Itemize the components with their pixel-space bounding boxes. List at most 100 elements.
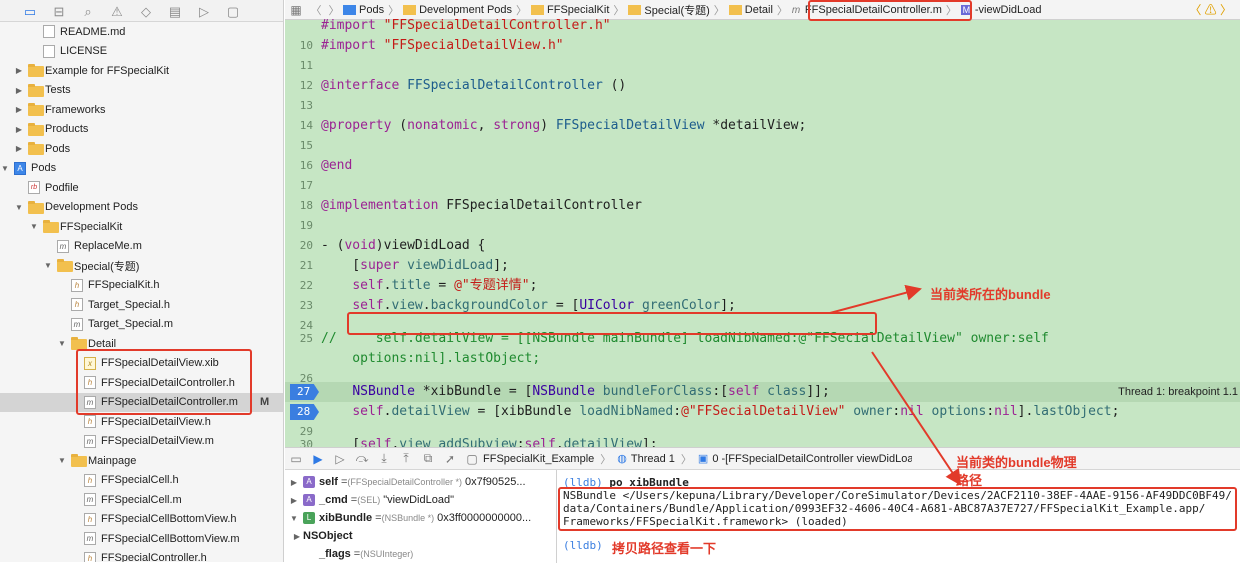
code-text: - (void)viewDidLoad { (321, 238, 486, 253)
tree-row[interactable]: m Target_Special.m (0, 315, 283, 335)
jumpbar-item-label: Pods (359, 3, 385, 16)
line-number: 20 (299, 239, 313, 252)
tree-row[interactable]: README.md (0, 22, 283, 42)
code-line[interactable]: 13 (285, 96, 1240, 116)
code-area[interactable]: #import "FFSpecialDetailController.h" 10 #… (285, 18, 1240, 447)
breakpoint-marker[interactable]: 28 (290, 404, 319, 420)
tree-row[interactable]: ▼ Development Pods (0, 198, 283, 218)
h-file-icon: h (71, 298, 83, 311)
tree-row[interactable]: h FFSpecialCell.h (0, 471, 283, 491)
disclosure-closed-icon[interactable]: ▶ (14, 105, 24, 114)
modified-badge: M (260, 396, 270, 409)
tree-row[interactable]: ▶ Frameworks (0, 100, 283, 120)
source-control-icon[interactable]: ⊟ (51, 3, 67, 19)
folder-icon[interactable]: ▭ (22, 3, 38, 19)
tree-row[interactable]: ▶ Pods (0, 139, 283, 159)
code-line[interactable]: 10 #import "FFSpecialDetailView.h" (285, 36, 1240, 56)
warning-icon[interactable]: ⚠ (109, 3, 125, 19)
disclosure-icon[interactable]: ▶ (285, 478, 303, 487)
variables-view[interactable]: ▶ Aself = (FFSpecialDetailController *) 0x7… (285, 470, 557, 563)
breakpoints-toggle-icon[interactable]: ▶ (307, 452, 329, 466)
tree-row[interactable]: rb Podfile (0, 178, 283, 198)
variable-row[interactable]: ▶ NSObject (285, 527, 556, 545)
code-line[interactable]: 20 - (void)viewDidLoad { (285, 236, 1240, 256)
disclosure-open-icon[interactable]: ▼ (14, 203, 24, 212)
view-hierarchy-icon[interactable]: ⧉ (417, 451, 439, 466)
code-line[interactable]: 11 (285, 56, 1240, 76)
code-text: @interface FFSpecialDetailController () (321, 78, 627, 93)
tree-row[interactable]: m FFSpecialCell.m (0, 490, 283, 510)
tree-row[interactable]: m FFSpecialDetailView.m (0, 432, 283, 452)
code-line[interactable]: 16 @end (285, 156, 1240, 176)
frame-label[interactable]: 0 -[FFSpecialDetailController viewDidLoa… (712, 453, 912, 465)
tree-row[interactable]: ▶ Products (0, 120, 283, 140)
tree-row-label: Products (45, 123, 89, 136)
code-line[interactable]: 17 (285, 176, 1240, 196)
code-line[interactable]: 12 @interface FFSpecialDetailController (… (285, 76, 1240, 96)
tree-row[interactable]: h FFSpecialKit.h (0, 276, 283, 296)
folder-icon (57, 259, 73, 272)
disclosure-icon[interactable]: ▼ (285, 514, 303, 523)
search-icon[interactable]: ⌕ (80, 3, 96, 19)
code-line[interactable]: 28 self.detailView = [xibBundle loadNibN… (285, 402, 1240, 422)
code-line[interactable]: #import "FFSpecialDetailController.h" (285, 16, 1240, 36)
disclosure-open-icon[interactable]: ▼ (0, 164, 10, 173)
code-line[interactable]: 14 @property (nonatomic, strong) FFSpecia… (285, 116, 1240, 136)
code-line[interactable]: 19 (285, 216, 1240, 236)
code-line[interactable]: options:nil].lastObject; (285, 349, 1240, 369)
tree-row[interactable]: ▼ Special(专题) (0, 256, 283, 276)
disclosure-icon[interactable]: ▶ (285, 496, 303, 505)
code-line[interactable]: 15 (285, 136, 1240, 156)
location-icon[interactable]: ➚ (439, 452, 461, 466)
debug-icon[interactable]: ▤ (167, 3, 183, 19)
hide-debug-icon[interactable]: ▭ (285, 452, 307, 466)
tree-row[interactable]: ▼ A Pods (0, 159, 283, 179)
tree-row[interactable]: ▶ Tests (0, 81, 283, 101)
tree-row[interactable]: m ReplaceMe.m (0, 237, 283, 257)
tree-row[interactable]: h Target_Special.h (0, 295, 283, 315)
code-line[interactable]: 27 NSBundle *xibBundle = [NSBundle bundl… (285, 382, 1240, 402)
tree-row[interactable]: h FFSpecialCellBottomView.h (0, 510, 283, 530)
variable-row[interactable]: ▶ Aself = (FFSpecialDetailController *) 0x7… (285, 473, 556, 491)
breakpoint-icon[interactable]: ▷ (196, 3, 212, 19)
tree-row[interactable]: h FFSpecialController.h (0, 549, 283, 562)
thread-label[interactable]: Thread 1 (631, 453, 675, 465)
disclosure-open-icon[interactable]: ▼ (57, 456, 67, 465)
test-icon[interactable]: ◇ (138, 3, 154, 19)
tree-row[interactable]: ▼ FFSpecialKit (0, 217, 283, 237)
report-icon[interactable]: ▢ (225, 3, 241, 19)
disclosure-open-icon[interactable]: ▼ (29, 222, 39, 231)
code-text: options:nil].lastObject; (321, 351, 541, 366)
tree-row[interactable]: ▼ Mainpage (0, 451, 283, 471)
source-editor[interactable]: ▦ 〈 〉 Pods 〉 Development Pods 〉 FFSpecialKit… (285, 0, 1240, 447)
code-line[interactable]: 21 [super viewDidLoad]; (285, 256, 1240, 276)
variable-row[interactable]: _flags = (NSUInteger) (285, 545, 556, 563)
code-line[interactable]: 22 self.title = @"专题详情"; (285, 276, 1240, 296)
disclosure-closed-icon[interactable]: ▶ (14, 86, 24, 95)
folder-icon (531, 4, 545, 15)
disclosure-closed-icon[interactable]: ▶ (14, 144, 24, 153)
tree-row[interactable]: m FFSpecialCellBottomView.m (0, 529, 283, 549)
variable-row[interactable]: ▼ LxibBundle = (NSBundle *) 0x3ff0000000000… (285, 509, 556, 527)
tree-row[interactable]: ▶ Example for FFSpecialKit (0, 61, 283, 81)
disclosure-icon[interactable]: ▶ (285, 532, 303, 541)
disclosure-closed-icon[interactable]: ▶ (14, 66, 24, 75)
code-line[interactable]: 30 [self.view addSubview:self.detailView… (285, 435, 1240, 447)
code-line[interactable]: 18 @implementation FFSpecialDetailControl… (285, 196, 1240, 216)
step-over-icon[interactable]: ⤼ (351, 451, 373, 466)
step-into-icon[interactable]: ⤓ (373, 451, 395, 466)
breakpoint-marker[interactable]: 27 (290, 384, 319, 400)
disclosure-open-icon[interactable]: ▼ (57, 339, 67, 348)
grid-icon[interactable]: ▦ (285, 3, 307, 17)
tree-row[interactable]: LICENSE (0, 42, 283, 62)
disclosure-closed-icon[interactable]: ▶ (14, 125, 24, 134)
step-out-icon[interactable]: ⤒ (395, 451, 417, 466)
continue-icon[interactable]: ▷ (329, 452, 351, 466)
m-file-icon: m (57, 239, 69, 253)
jumpbar-item[interactable]: M -viewDidLoad (960, 4, 1042, 16)
scheme-label[interactable]: FFSpecialKit_Example (483, 453, 594, 465)
variable-type: (SEL) (357, 495, 381, 505)
variable-row[interactable]: ▶ A _cmd = (SEL) "viewDidLoad" (285, 491, 556, 509)
variable-type: (NSBundle *) (381, 513, 435, 523)
disclosure-open-icon[interactable]: ▼ (43, 261, 53, 270)
